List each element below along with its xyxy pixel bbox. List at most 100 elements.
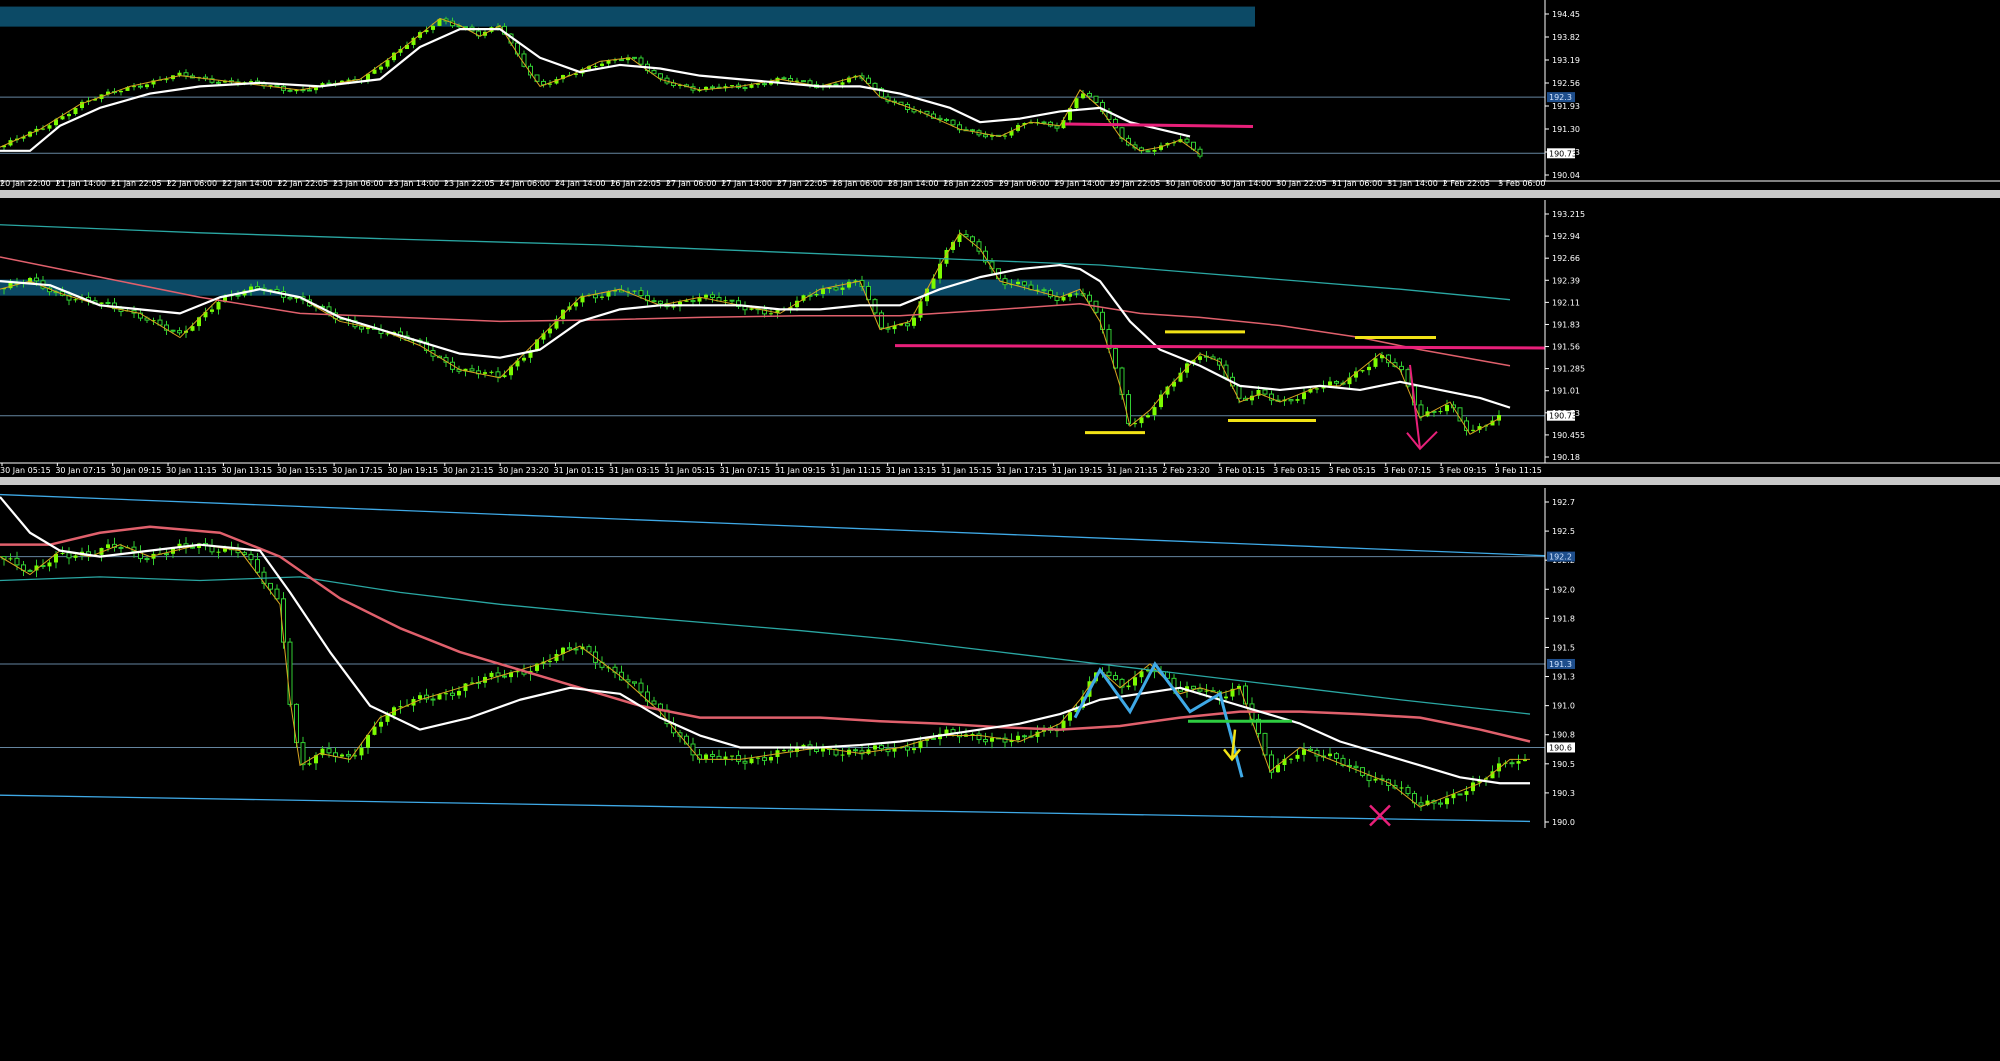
candle-bear — [144, 558, 150, 561]
candle-bear — [430, 698, 436, 701]
candle-bear — [593, 294, 598, 299]
x-tick-label: 26 Jan 22:05 — [610, 179, 661, 188]
candle-bear — [879, 744, 884, 750]
candle-bull — [502, 375, 507, 378]
candle-bull — [912, 317, 916, 326]
candle-bear — [1093, 95, 1099, 103]
y-tick-label: 194.45 — [1552, 10, 1580, 19]
candle-bear — [346, 754, 351, 757]
candle-bear — [1262, 732, 1268, 756]
candle-bull — [463, 683, 468, 691]
y-tick-label: 190.5 — [1552, 760, 1575, 769]
candle-bull — [593, 65, 598, 67]
x-tick-label: 24 Jan 06:00 — [499, 179, 550, 188]
candle-bull — [814, 294, 819, 296]
x-tick-label: 22 Jan 06:00 — [166, 179, 217, 188]
x-tick-label: 3 Feb 06:00 — [1498, 179, 1545, 188]
x-tick-label: 24 Jan 14:00 — [555, 179, 606, 188]
x-tick-label: 22 Jan 22:05 — [277, 179, 328, 188]
candle-bull — [522, 357, 526, 361]
candle-bear — [1119, 367, 1125, 396]
candle-bear — [983, 134, 988, 138]
candle-bull — [769, 756, 773, 761]
candle-bull — [632, 290, 637, 292]
panel-divider — [0, 190, 2000, 198]
candle-bear — [170, 329, 176, 332]
candle-bear — [183, 72, 189, 77]
candle-bear — [658, 300, 663, 304]
candle-bull — [489, 371, 494, 373]
candle-bear — [710, 754, 715, 757]
candle-bull — [1328, 753, 1332, 757]
price-badge-label: 190.73 — [1549, 149, 1577, 158]
y-tick-label: 193.19 — [1552, 56, 1580, 65]
candle-bull — [840, 754, 845, 756]
candle-bull — [1295, 399, 1300, 401]
candle-bear — [274, 288, 280, 292]
x-tick-label: 30 Jan 06:00 — [1165, 179, 1216, 188]
candle-bear — [651, 300, 657, 303]
candle-bear — [638, 682, 644, 693]
y-tick-label: 192.5 — [1552, 527, 1575, 536]
x-tick-label: 30 Jan 07:15 — [55, 466, 106, 475]
candle-bear — [710, 294, 715, 298]
x-tick-label: 29 Jan 14:00 — [1054, 179, 1105, 188]
y-tick-label: 190.04 — [1552, 171, 1580, 180]
candle-bull — [1302, 392, 1306, 400]
candle-bull — [73, 108, 78, 114]
candle-bull — [1198, 356, 1202, 360]
x-tick-label: 30 Jan 19:15 — [387, 466, 438, 475]
candle-bear — [14, 557, 20, 566]
candle-bear — [1113, 348, 1118, 369]
candle-bull — [47, 562, 52, 567]
candle-bull — [73, 299, 78, 301]
candle-bear — [1054, 125, 1060, 129]
x-tick-label: 31 Jan 09:15 — [775, 466, 826, 475]
candle-bear — [1100, 311, 1105, 330]
candle-bull — [782, 750, 786, 752]
candle-bear — [931, 737, 936, 740]
candle-bull — [821, 289, 825, 295]
candle-bull — [730, 85, 734, 87]
candle-bull — [47, 125, 52, 129]
y-tick-label: 191.8 — [1552, 614, 1575, 623]
candle-bear — [255, 286, 260, 289]
candle-bull — [249, 81, 253, 83]
candle-bear — [268, 582, 273, 590]
candle-bull — [1438, 411, 1443, 413]
candle-bear — [729, 299, 735, 302]
candle-bull — [1367, 366, 1371, 371]
candle-bull — [1464, 791, 1469, 795]
panel-divider — [0, 477, 2000, 485]
candle-bear — [274, 84, 280, 87]
x-tick-label: 3 Feb 01:15 — [1218, 466, 1265, 475]
price-badge-label: 191.3 — [1549, 660, 1572, 669]
y-tick-label: 192.0 — [1552, 585, 1575, 594]
candle-bear — [450, 692, 455, 696]
candle-bull — [444, 693, 448, 695]
candle-bull — [1315, 388, 1319, 390]
candle-bull — [483, 372, 487, 374]
x-tick-label: 3 Feb 07:15 — [1384, 466, 1431, 475]
y-tick-label: 190.0 — [1552, 818, 1575, 827]
price-badge-label: 190.73 — [1549, 412, 1577, 421]
candle-bear — [1405, 786, 1411, 795]
y-tick-label: 190.18 — [1552, 453, 1580, 462]
candle-bear — [1399, 365, 1404, 371]
candle-bull — [840, 82, 845, 85]
candle-bear — [944, 119, 949, 122]
x-tick-label: 30 Jan 15:15 — [277, 466, 328, 475]
candle-bear — [521, 53, 527, 67]
candle-bear — [710, 86, 715, 89]
candle-bull — [418, 695, 422, 700]
candle-bear — [736, 755, 741, 762]
x-tick-label: 31 Jan 14:00 — [1387, 179, 1438, 188]
candle-bull — [756, 757, 760, 759]
candle-bear — [658, 73, 663, 79]
candle-bear — [983, 739, 988, 743]
candle-bull — [119, 90, 123, 93]
candle-bull — [840, 287, 845, 290]
candle-bull — [1295, 754, 1300, 759]
chart-canvas: 194.45 193.82 193.19 192.56 191.93 191.30 190.… — [0, 0, 2000, 1061]
candle-bear — [1087, 294, 1092, 302]
